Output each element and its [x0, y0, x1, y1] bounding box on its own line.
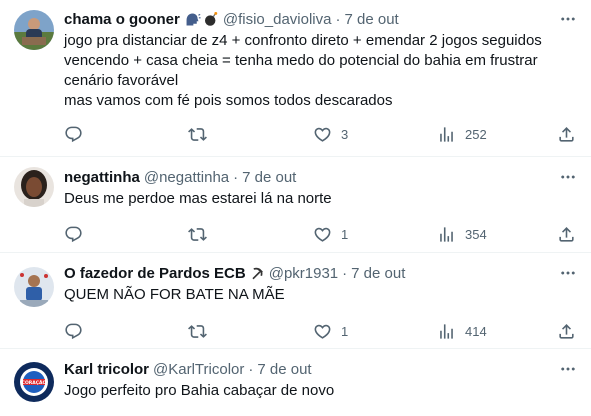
hammer-and-sickle-emoji — [252, 267, 263, 279]
retweet-icon — [188, 225, 207, 244]
action-bar: 3 252 — [64, 122, 584, 146]
tweet-text: jogo pra distanciar de z4 + confronto di… — [64, 31, 579, 111]
reply-button[interactable] — [64, 319, 83, 343]
avatar-badge-text: CORAÇÃO — [22, 379, 47, 386]
tweet-text: QUEM NÃO FOR BATE NA MÃE — [64, 285, 579, 305]
retweet-icon — [188, 322, 207, 341]
avatar[interactable] — [14, 167, 54, 207]
views-icon — [437, 125, 456, 144]
view-count: 354 — [465, 226, 487, 242]
timestamp[interactable]: 7 de out — [344, 11, 398, 28]
tweet-text-line: Jogo perfeito pro Bahia cabaçar de novo — [64, 382, 335, 399]
more-icon[interactable] — [559, 168, 577, 186]
heart-icon — [313, 125, 332, 144]
separator: · — [248, 360, 254, 378]
like-count: 3 — [341, 126, 349, 142]
share-button[interactable] — [557, 122, 576, 146]
avatar[interactable] — [14, 10, 54, 50]
separator: · — [342, 264, 348, 282]
tweet-text-line: mas vamos com fé pois somos todos descar… — [64, 92, 393, 109]
like-button[interactable]: 3 — [313, 122, 348, 146]
views-icon — [437, 225, 456, 244]
retweet-button[interactable] — [188, 319, 207, 343]
reply-icon — [64, 322, 83, 341]
tweet-text-line: jogo pra distanciar de z4 + confronto di… — [64, 32, 542, 49]
reply-icon — [64, 225, 83, 244]
share-button[interactable] — [557, 222, 576, 246]
tweet-text-line: vencendo + casa cheia = tenha medo do po… — [64, 52, 538, 69]
views-button[interactable]: 354 — [437, 222, 487, 246]
retweet-button[interactable] — [188, 122, 207, 146]
more-icon[interactable] — [559, 264, 577, 282]
name-emojis — [250, 266, 265, 281]
tweet-text-line: Deus me perdoe mas estarei lá na norte — [64, 190, 332, 207]
more-icon[interactable] — [559, 360, 577, 378]
avatar[interactable] — [14, 267, 54, 307]
heart-icon — [313, 225, 332, 244]
timestamp[interactable]: 7 de out — [257, 361, 311, 378]
display-name[interactable]: Karl tricolor — [64, 361, 149, 378]
action-bar: 1 354 — [64, 222, 584, 246]
name-emojis — [184, 11, 219, 28]
tweet-text: Deus me perdoe mas estarei lá na norte — [64, 189, 579, 209]
reply-icon — [64, 125, 83, 144]
view-count: 252 — [465, 126, 487, 142]
views-button[interactable]: 252 — [437, 122, 487, 146]
retweet-icon — [188, 125, 207, 144]
handle[interactable]: @KarlTricolor — [153, 361, 244, 378]
display-name[interactable]: negattinha — [64, 169, 140, 186]
tweet-text-line: cenário favorável — [64, 72, 179, 89]
action-bar: 1 414 — [64, 319, 584, 343]
heart-icon — [313, 322, 332, 341]
tweet-2[interactable]: negattinha @negattinha · 7 de out Deus m… — [0, 158, 591, 253]
tweet-3[interactable]: O fazedor de Pardos ECB @pkr1931 · 7 de … — [0, 254, 591, 349]
display-name[interactable]: O fazedor de Pardos ECB — [64, 265, 246, 282]
like-count: 1 — [341, 323, 349, 339]
tweet-4[interactable]: CORAÇÃO Karl tricolor @KarlTricolor · 7 … — [0, 350, 591, 416]
handle[interactable]: @negattinha — [144, 169, 229, 186]
more-icon[interactable] — [559, 10, 577, 28]
display-name[interactable]: chama o gooner — [64, 11, 180, 28]
handle[interactable]: @pkr1931 — [269, 265, 338, 282]
share-button[interactable] — [557, 319, 576, 343]
views-button[interactable]: 414 — [437, 319, 487, 343]
share-icon — [557, 322, 576, 341]
reply-button[interactable] — [64, 222, 83, 246]
retweet-button[interactable] — [188, 222, 207, 246]
handle[interactable]: @fisio_davioliva — [223, 11, 332, 28]
bomb-emoji — [204, 11, 218, 26]
like-count: 1 — [341, 226, 349, 242]
separator: · — [335, 10, 341, 28]
like-button[interactable]: 1 — [313, 222, 348, 246]
reply-button[interactable] — [64, 122, 83, 146]
like-button[interactable]: 1 — [313, 319, 348, 343]
views-icon — [437, 322, 456, 341]
separator: · — [233, 168, 239, 186]
speaking-head-emoji — [186, 13, 201, 25]
timestamp[interactable]: 7 de out — [351, 265, 405, 282]
tweet-1[interactable]: chama o gooner @fisio_davioliva · 7 de o… — [0, 0, 591, 157]
timestamp[interactable]: 7 de out — [242, 169, 296, 186]
share-icon — [557, 125, 576, 144]
tweet-text: Jogo perfeito pro Bahia cabaçar de novo — [64, 381, 579, 401]
share-icon — [557, 225, 576, 244]
avatar[interactable]: CORAÇÃO — [14, 362, 54, 402]
tweet-text-line: QUEM NÃO FOR BATE NA MÃE — [64, 286, 285, 303]
view-count: 414 — [465, 323, 487, 339]
